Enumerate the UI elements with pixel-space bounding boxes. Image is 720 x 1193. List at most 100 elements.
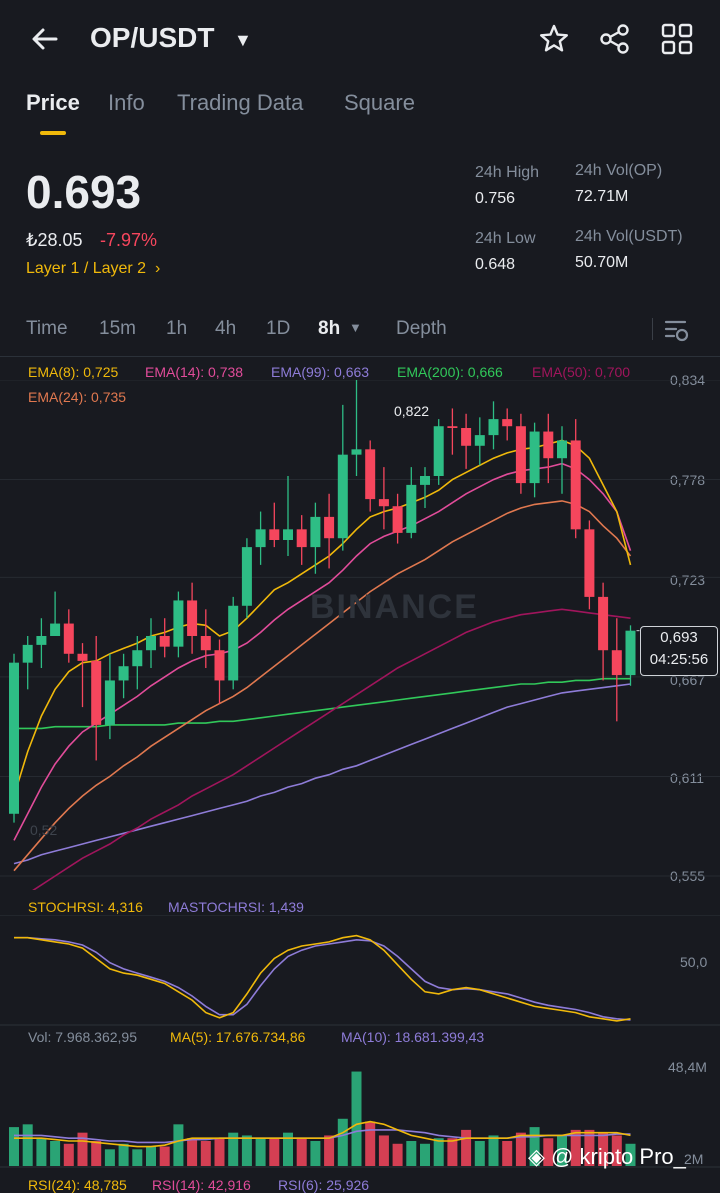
ema8-label: EMA(8): 0,725: [28, 364, 119, 380]
star-icon[interactable]: [537, 22, 571, 56]
candle-body: [63, 623, 74, 654]
share-icon[interactable]: [598, 22, 632, 56]
low-label: 24h Low: [475, 230, 536, 247]
volume-bar: [118, 1143, 129, 1166]
candle-body: [255, 529, 266, 548]
header-bar: OP/USDT ▼: [0, 0, 720, 80]
volume-bar: [392, 1143, 403, 1166]
volume-bar: [310, 1141, 321, 1166]
interval-caret-icon[interactable]: ▼: [349, 320, 362, 335]
candle-body: [22, 644, 33, 663]
tab-price[interactable]: Price: [26, 90, 80, 116]
candle-body: [598, 596, 609, 651]
vol-usdt-value: 50.70M: [575, 254, 629, 271]
candle-body: [200, 636, 211, 651]
binance-watermark: BINANCE: [310, 588, 479, 626]
interval-15m[interactable]: 15m: [99, 318, 136, 340]
creator-watermark: ◈ @ kripto Pro_: [528, 1144, 686, 1170]
candle-body: [570, 440, 581, 530]
tab-info[interactable]: Info: [108, 90, 145, 116]
stochrsi-line: [14, 934, 631, 1022]
candle-body: [515, 426, 526, 484]
interval-depth[interactable]: Depth: [396, 318, 447, 340]
volume-bar: [200, 1141, 211, 1166]
candle-body: [9, 662, 19, 814]
candlestick-chart[interactable]: [0, 380, 720, 890]
candle-body: [283, 529, 293, 540]
candle-body: [365, 449, 376, 500]
current-price-value: 0,693: [660, 629, 698, 646]
current-price-tag: 0,693 04:25:56: [640, 626, 718, 676]
candle-body: [625, 630, 636, 676]
category-tags[interactable]: Layer 1 / Layer 2 ›: [26, 260, 160, 278]
interval-time[interactable]: Time: [26, 318, 68, 340]
ema14-label: EMA(14): 0,738: [145, 364, 244, 380]
tab-square[interactable]: Square: [344, 90, 415, 116]
candle-body: [337, 454, 348, 539]
grid-icon[interactable]: [660, 22, 694, 56]
vol-ma10-label: MA(10): 18.681.399,43: [341, 1029, 485, 1045]
candle-body: [159, 636, 170, 647]
chart-settings-icon[interactable]: [663, 318, 691, 344]
candle-countdown: 04:25:56: [649, 651, 709, 668]
candle-body: [187, 600, 198, 636]
low-marker-label: 0,52: [30, 822, 58, 838]
interval-1d[interactable]: 1D: [266, 318, 290, 340]
ema200-label: EMA(200): 0,666: [397, 364, 503, 380]
rsi6-label: RSI(6): 25,926: [278, 1177, 370, 1193]
volume-bar: [269, 1138, 280, 1166]
ema99-label: EMA(99): 0,663: [271, 364, 370, 380]
candle-body: [584, 529, 595, 597]
interval-divider: [652, 318, 653, 340]
candle-body: [433, 426, 444, 476]
stochrsi-chart: [0, 915, 720, 1026]
volume-bar: [406, 1141, 417, 1166]
ema14-line: [13, 462, 632, 841]
high-label: 24h High: [475, 164, 540, 181]
interval-8h[interactable]: 8h: [318, 318, 340, 340]
volume-bar: [447, 1138, 458, 1166]
vol-op-label: 24h Vol(OP): [575, 162, 663, 179]
chevron-right-icon: ›: [150, 260, 161, 277]
candle-body: [529, 431, 540, 484]
price-change: -7.97%: [100, 230, 158, 250]
volume-bar: [159, 1146, 170, 1166]
stochrsi-label: STOCHRSI: 4,316: [28, 899, 143, 915]
low-value: 0.648: [475, 256, 516, 273]
volume-bar: [433, 1138, 444, 1166]
vol-ma5-label: MA(5): 17.676.734,86: [170, 1029, 306, 1045]
candle-body: [36, 636, 47, 645]
candle-body: [378, 499, 389, 507]
candle-body: [77, 653, 88, 661]
back-arrow-icon[interactable]: [28, 22, 62, 56]
volume-bar: [337, 1118, 348, 1166]
fiat-price: ₺28.05: [26, 230, 83, 250]
candle-body: [50, 623, 61, 636]
candle-body: [351, 449, 362, 455]
candle-body: [447, 426, 458, 428]
candle-body: [611, 650, 622, 676]
volume-bar: [296, 1138, 307, 1166]
volume-bar: [324, 1135, 335, 1166]
volume-bar: [420, 1143, 430, 1166]
volume-bar: [474, 1141, 485, 1166]
volume-bar: [241, 1135, 252, 1166]
pair-title[interactable]: OP/USDT: [90, 22, 214, 54]
candle-body: [488, 419, 499, 436]
candle-body: [241, 547, 252, 606]
vol-op-value: 72.71M: [575, 188, 629, 205]
candle-body: [474, 435, 485, 446]
candle-body: [420, 476, 430, 485]
candle-body: [310, 516, 321, 548]
tab-trading-data[interactable]: Trading Data: [177, 90, 303, 116]
high-marker-label: 0,822: [394, 403, 430, 419]
interval-4h[interactable]: 4h: [215, 318, 236, 340]
volume-bar: [255, 1138, 266, 1166]
candle-body: [173, 600, 184, 647]
volume-bar: [132, 1149, 143, 1166]
caret-down-icon[interactable]: ▼: [234, 30, 252, 51]
candle-body: [228, 605, 239, 681]
volume-bar: [365, 1121, 376, 1166]
candle-body: [146, 636, 156, 651]
interval-1h[interactable]: 1h: [166, 318, 187, 340]
